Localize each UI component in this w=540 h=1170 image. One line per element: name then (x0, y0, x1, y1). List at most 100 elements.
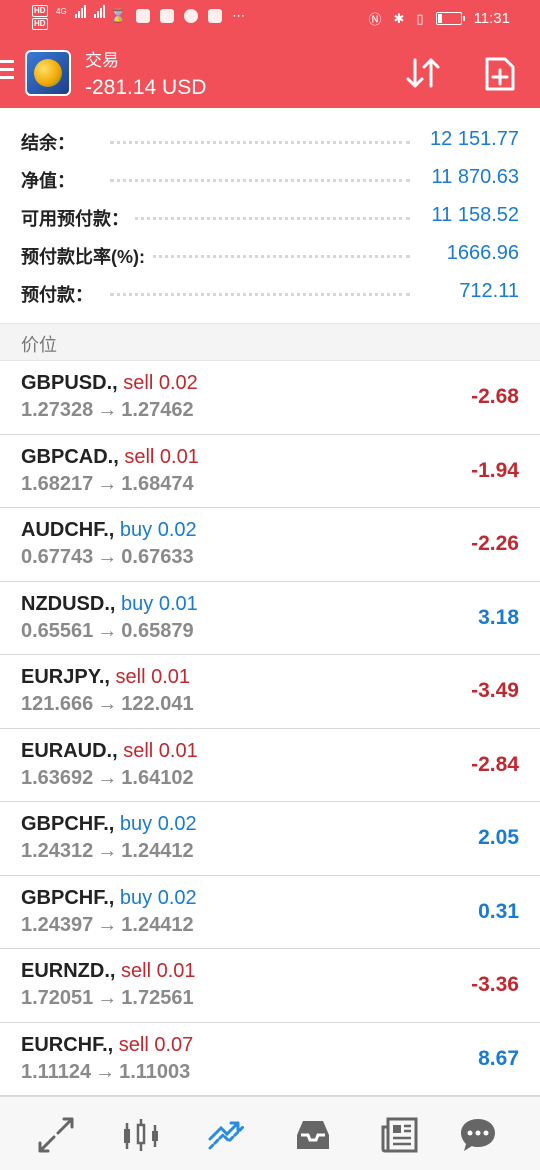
section-header-positions: 价位 (0, 323, 540, 361)
position-side: sell 0.01 (123, 739, 198, 762)
current-price: 0.65879 (121, 619, 194, 642)
open-price: 1.11124 (21, 1060, 92, 1083)
position-side: sell 0.01 (124, 445, 199, 468)
app-notification-icon (160, 9, 175, 23)
summary-value: 1666.96 (440, 242, 519, 265)
position-symbol: EURNZD., (21, 960, 116, 982)
hd-badge: HD (32, 5, 48, 17)
position-row[interactable]: GBPCAD., sell 0.01 1.68217 → 1.68474 -1.94 (0, 434, 540, 508)
position-prices: 1.27328 → 1.27462 (21, 399, 194, 422)
position-symbol: AUDCHF., (21, 519, 115, 541)
message-icon (184, 9, 199, 23)
position-symbol: NZDUSD., (21, 592, 116, 615)
app-logo[interactable] (25, 50, 71, 96)
position-prices: 1.11124 → 1.11003 (21, 1061, 190, 1084)
position-row[interactable]: EURCHF., sell 0.07 1.11124 → 1.11003 8.67 (0, 1022, 540, 1096)
summary-value: 11 870.63 (425, 166, 519, 189)
position-side: sell 0.01 (121, 960, 196, 982)
position-profit: -1.94 (471, 458, 519, 482)
position-profit: 8.67 (478, 1046, 519, 1070)
position-row[interactable]: GBPCHF., buy 0.02 1.24312 → 1.24412 2.05 (0, 802, 540, 876)
new-order-icon[interactable] (484, 56, 516, 92)
summary-label: 结余： (21, 129, 81, 155)
position-title: GBPUSD., sell 0.02 (21, 372, 198, 395)
signal-icon (93, 4, 105, 18)
open-price: 0.67743 (21, 546, 94, 568)
position-row[interactable]: EURNZD., sell 0.01 1.72051 → 1.72561 -3.36 (0, 949, 540, 1023)
current-price: 0.67633 (121, 546, 194, 568)
position-profit: -3.49 (471, 679, 519, 702)
nav-trade[interactable] (207, 1115, 247, 1155)
position-title: NZDUSD., buy 0.01 (21, 593, 198, 616)
position-row[interactable]: EURJPY., sell 0.01 121.666 → 122.041 -3.49 (0, 655, 540, 729)
position-row[interactable]: GBPCHF., buy 0.02 1.24397 → 1.24412 0.31 (0, 875, 540, 949)
signal-group: 4G (56, 4, 105, 18)
signal-icon (74, 4, 86, 18)
nav-news[interactable] (380, 1115, 420, 1155)
arrow-right-icon: → (97, 840, 118, 862)
position-profit: -2.68 (471, 385, 519, 408)
position-title: GBPCHF., buy 0.02 (21, 813, 197, 836)
open-price: 1.72051 (21, 987, 94, 1009)
position-profit: -2.26 (471, 532, 519, 555)
section-title: 价位 (21, 335, 57, 355)
summary-label: 预付款比率(%): (21, 243, 151, 269)
nav-quotes[interactable] (36, 1115, 76, 1155)
position-prices: 1.68217 → 1.68474 (21, 473, 194, 496)
position-row[interactable]: GBPUSD., sell 0.02 1.27328 → 1.27462 -2.68 (0, 361, 540, 435)
shield-icon (136, 9, 151, 23)
position-row[interactable]: NZDUSD., buy 0.01 0.65561 → 0.65879 3.18 (0, 581, 540, 655)
arrow-right-icon: → (97, 619, 118, 642)
current-price: 1.24412 (121, 913, 194, 936)
position-row[interactable]: EURAUD., sell 0.01 1.63692 → 1.64102 -2.84 (0, 728, 540, 802)
position-title: EURNZD., sell 0.01 (21, 960, 196, 983)
position-symbol: GBPCHF., (21, 813, 115, 835)
open-price: 1.63692 (21, 766, 94, 789)
bottom-nav (0, 1096, 540, 1170)
status-right: Ⓝ ✱ ▯ 11:31 (368, 9, 510, 28)
arrow-right-icon: → (97, 693, 118, 715)
sort-icon[interactable] (404, 56, 442, 90)
page-title: 交易 (85, 51, 119, 70)
status-bar: HD HD 4G ⌛ ⋯ Ⓝ ✱ ▯ 11:31 (0, 0, 540, 36)
account-summary: 结余： 12 151.77 净值： 11 870.63 可用预付款： 11 15… (0, 108, 540, 323)
nav-history[interactable] (293, 1115, 333, 1155)
news-icon (381, 1117, 418, 1153)
menu-icon[interactable] (0, 60, 14, 80)
position-symbol: EURCHF., (21, 1033, 114, 1056)
position-symbol: GBPCAD., (21, 445, 119, 468)
battery-icon (435, 12, 465, 25)
position-side: sell 0.02 (123, 372, 198, 394)
arrow-right-icon: → (97, 766, 118, 789)
more-notifications-icon: ⋯ (232, 8, 246, 23)
vibrate-icon: ▯ (416, 10, 424, 26)
position-row[interactable]: AUDCHF., buy 0.02 0.67743 → 0.67633 -2.26 (0, 508, 540, 582)
news-notification-icon (208, 9, 223, 23)
current-price: 1.27462 (121, 399, 194, 421)
summary-label: 净值： (21, 167, 81, 193)
arrow-right-icon: → (97, 399, 118, 421)
position-side: sell 0.01 (115, 666, 191, 688)
position-title: GBPCHF., buy 0.02 (21, 887, 197, 910)
app-header: 交易 -281.14 USD (0, 36, 540, 108)
position-prices: 1.24312 → 1.24412 (21, 840, 194, 863)
current-price: 1.72561 (121, 987, 194, 1009)
position-side: sell 0.07 (118, 1033, 194, 1056)
arrow-right-icon: → (97, 472, 118, 495)
position-side: buy 0.02 (119, 886, 197, 909)
position-title: EURCHF., sell 0.07 (21, 1034, 193, 1057)
position-side: buy 0.02 (119, 519, 197, 541)
position-profit: 3.18 (478, 605, 519, 629)
position-prices: 1.24397 → 1.24412 (21, 914, 194, 937)
current-price: 1.24412 (121, 840, 194, 862)
position-profit: 2.05 (478, 826, 519, 849)
hd-badge: HD (32, 18, 48, 30)
hourglass-icon: ⌛ (110, 8, 127, 23)
network-type: 4G (56, 6, 67, 16)
chart-candles-icon (124, 1119, 158, 1151)
position-symbol: EURJPY., (21, 666, 110, 688)
nav-chart[interactable] (121, 1115, 161, 1155)
nav-chat[interactable] (458, 1115, 498, 1155)
summary-row-balance: 结余： 12 151.77 (0, 123, 540, 159)
position-prices: 1.63692 → 1.64102 (21, 767, 194, 790)
